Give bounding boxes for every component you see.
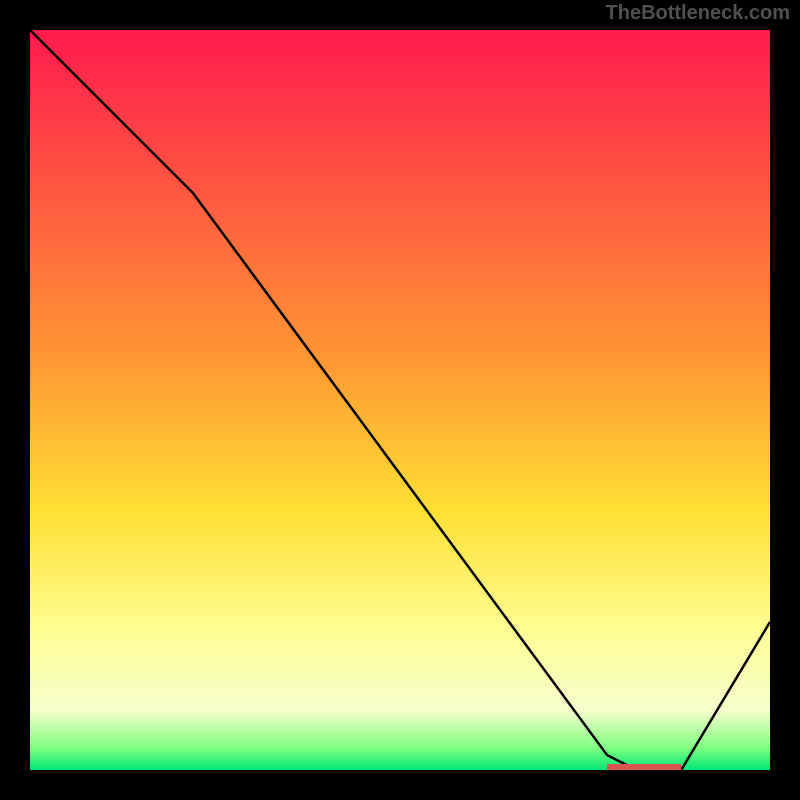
bottleneck-curve xyxy=(30,30,770,770)
chart-svg xyxy=(30,30,770,770)
chart-area xyxy=(30,30,770,770)
gradient-background xyxy=(30,30,770,770)
optimal-marker xyxy=(607,764,681,770)
watermark-text: TheBottleneck.com xyxy=(606,2,790,25)
